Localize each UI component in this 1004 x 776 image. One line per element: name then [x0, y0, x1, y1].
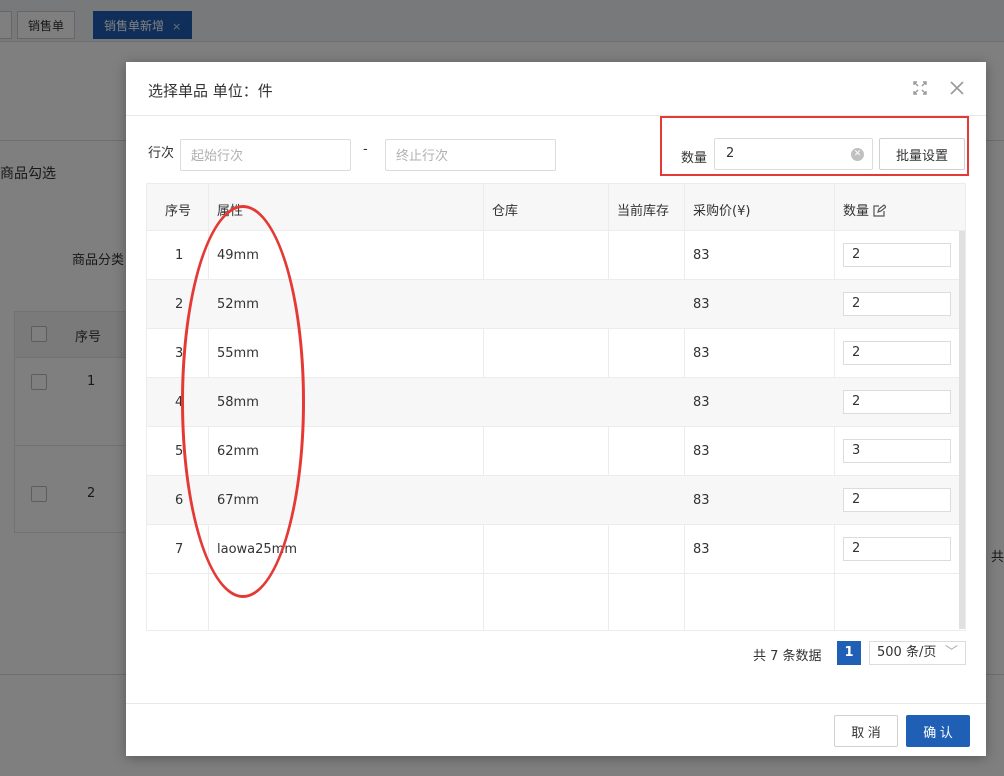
qty-input-value: 2 — [726, 146, 735, 161]
qty-cell-input[interactable]: 2 — [843, 390, 951, 414]
dialog-footer: 取 消 确 认 — [126, 703, 986, 756]
table-row: 1 49mm 83 2 — [147, 231, 959, 280]
item-table: 序号 属性 仓库 当前库存 采购价(¥) 数量 1 49mm 83 2 2 52… — [146, 183, 966, 631]
cell-seq: 3 — [175, 346, 184, 361]
start-row-input[interactable] — [180, 139, 351, 171]
cell-attr: 58mm — [217, 395, 259, 410]
clear-icon[interactable]: ✕ — [851, 148, 864, 161]
pager-total: 共 7 条数据 — [753, 649, 822, 664]
cell-seq: 7 — [175, 542, 184, 557]
end-row-input[interactable] — [385, 139, 556, 171]
batch-set-button[interactable]: 批量设置 — [879, 138, 965, 170]
chevron-down-icon: ﹀ — [944, 645, 958, 660]
qty-cell-input[interactable]: 2 — [843, 341, 951, 365]
cell-price: 83 — [693, 542, 710, 557]
range-separator: - — [363, 142, 368, 157]
qty-label: 数量 — [681, 151, 708, 166]
cell-price: 83 — [693, 346, 710, 361]
dialog-title: 选择单品 单位：件 — [148, 82, 273, 100]
pager-page-button[interactable]: 1 — [837, 641, 861, 665]
page-size-select[interactable]: 500 条/页 ﹀ — [869, 641, 966, 665]
table-row: 2 52mm 83 2 — [147, 280, 959, 329]
table-row: 3 55mm 83 2 — [147, 329, 959, 378]
cell-seq: 4 — [175, 395, 184, 410]
col-header-warehouse: 仓库 — [492, 204, 519, 219]
qty-cell-input[interactable]: 2 — [843, 243, 951, 267]
qty-cell-input[interactable]: 2 — [843, 488, 951, 512]
cancel-button[interactable]: 取 消 — [834, 715, 898, 747]
table-row: 6 67mm 83 2 — [147, 476, 959, 525]
fullscreen-icon[interactable] — [911, 80, 929, 98]
cell-seq: 5 — [175, 444, 184, 459]
table-header: 序号 属性 仓库 当前库存 采购价(¥) 数量 — [147, 184, 965, 231]
confirm-button[interactable]: 确 认 — [906, 715, 970, 747]
qty-cell-input[interactable]: 2 — [843, 537, 951, 561]
cell-price: 83 — [693, 297, 710, 312]
cell-seq: 6 — [175, 493, 184, 508]
col-header-qty: 数量 — [843, 200, 887, 221]
select-item-dialog: 选择单品 单位：件 行次 - 数量 2 ✕ 批量设置 序号 属性 仓库 — [126, 62, 986, 756]
cell-price: 83 — [693, 493, 710, 508]
table-row: 7 laowa25mm 83 2 — [147, 525, 959, 574]
cell-attr: 62mm — [217, 444, 259, 459]
cell-attr: 55mm — [217, 346, 259, 361]
table-scrollbar[interactable] — [959, 231, 965, 629]
cell-price: 83 — [693, 248, 710, 263]
close-icon[interactable] — [948, 80, 966, 98]
cell-attr: 52mm — [217, 297, 259, 312]
qty-input[interactable]: 2 ✕ — [714, 138, 873, 170]
column-divider — [209, 184, 484, 230]
cell-seq: 2 — [175, 297, 184, 312]
qty-cell-input[interactable]: 2 — [843, 292, 951, 316]
cell-price: 83 — [693, 395, 710, 410]
col-header-stock: 当前库存 — [617, 204, 670, 219]
col-header-price: 采购价(¥) — [693, 204, 751, 219]
cell-attr: laowa25mm — [217, 542, 297, 557]
qty-cell-input[interactable]: 3 — [843, 439, 951, 463]
cell-attr: 67mm — [217, 493, 259, 508]
cell-price: 83 — [693, 444, 710, 459]
table-row: 5 62mm 83 3 — [147, 427, 959, 476]
col-header-attr: 属性 — [217, 204, 244, 219]
edit-icon[interactable] — [873, 204, 887, 221]
table-row: 4 58mm 83 2 — [147, 378, 959, 427]
cell-seq: 1 — [175, 248, 184, 263]
cell-attr: 49mm — [217, 248, 259, 263]
col-header-seq: 序号 — [165, 204, 192, 219]
row-range-label: 行次 — [148, 146, 175, 161]
dialog-header: 选择单品 单位：件 — [126, 62, 986, 116]
